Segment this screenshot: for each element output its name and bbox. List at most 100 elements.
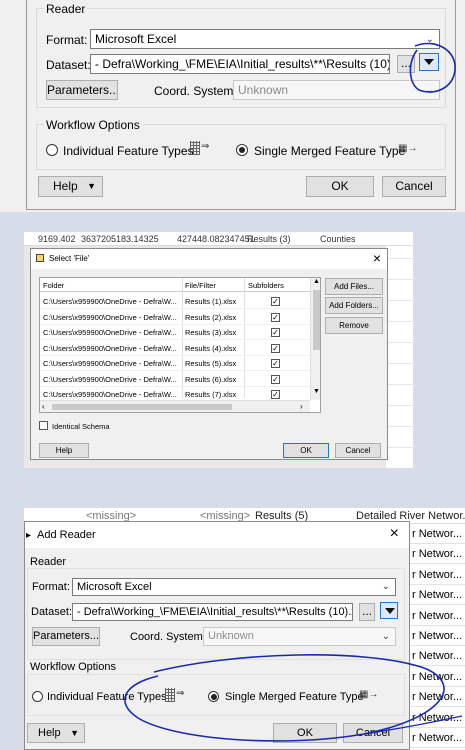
folder-cell: C:\Users\x959900\OneDrive - Defra\W... [43,359,177,368]
browse-button[interactable]: ... [359,603,375,621]
table-row[interactable]: C:\Users\x959900\OneDrive - Defra\W... Re… [40,341,310,356]
remove-button[interactable]: Remove [325,317,383,334]
bg-cell: Counties [320,234,356,244]
help-button[interactable]: Help ▼ [27,723,85,743]
workflow-group-label: Workflow Options [44,118,142,132]
bg-cell: 427448.082347451 [177,234,255,244]
bg-cell: 3637205183.14325 [81,234,159,244]
table-row[interactable]: C:\Users\x959900\OneDrive - Defra\W... Re… [40,372,310,387]
coord-system-label: Coord. System: [130,631,206,643]
column-header-subfolders[interactable]: Subfolders [248,281,284,290]
filter-cell: Results (6).xlsx [185,374,237,384]
coord-system-select[interactable]: Unknown ⌄ [203,627,396,646]
top-add-reader-dialog: Reader Format: Microsoft Excel ⌄ Dataset… [0,0,465,212]
background-row: 9169.402 3637205183.14325 427448.0823474… [24,232,413,246]
horizontal-scrollbar[interactable]: ‹ › [40,400,310,412]
add-files-button[interactable]: Add Files... [325,278,383,295]
bottom-add-reader-panel: <missing> <missing> Results (5) Detailed… [24,508,465,750]
dialog-title-bar: ▸ Add Reader × [25,522,409,548]
help-button[interactable]: Help [39,443,89,458]
dataset-dropdown-button[interactable] [380,602,398,619]
parameters-button[interactable]: Parameters... [32,627,100,646]
table-header: Folder File/Filter Subfolders [40,278,320,398]
cancel-button[interactable]: Cancel [382,176,446,197]
folder-cell: C:\Users\x959900\OneDrive - Defra\W... [43,374,177,384]
dataset-input[interactable]: - Defra\Working_\FME\EIA\Initial_results… [72,603,353,621]
help-label: Help [53,179,78,193]
individual-feature-types-radio[interactable] [32,691,43,702]
subfolders-checkbox[interactable]: ✓ [271,312,280,322]
cancel-button[interactable]: Cancel [335,443,381,458]
format-value: Microsoft Excel [95,32,177,46]
subfolders-checkbox[interactable]: ✓ [271,390,280,399]
identical-schema-label: Identical Schema [52,422,110,431]
subfolders-checkbox[interactable]: ✓ [271,343,280,353]
filter-cell: Results (1).xlsx [185,297,237,306]
bg-cell: 9169.402 [38,234,76,244]
feature-types-grid-icon [190,141,200,155]
annotation-ellipse [124,654,463,742]
folder-cell: C:\Users\x959900\OneDrive - Defra\W... [43,390,177,399]
dialog-title: Add Reader [37,529,96,541]
dialog-title: Select 'File' [49,254,90,263]
help-button[interactable]: Help ▼ [38,176,103,197]
coord-system-value: Unknown [208,630,254,642]
ok-button[interactable]: OK [306,176,374,197]
scroll-left-icon[interactable]: ‹ [42,402,45,411]
ok-button[interactable]: OK [283,443,329,458]
format-select[interactable]: Microsoft Excel ⌄ [90,29,440,49]
filter-cell: Results (2).xlsx [185,312,237,322]
chevron-down-icon: ▼ [70,728,79,738]
format-select[interactable]: Microsoft Excel ⌄ [72,578,396,596]
subfolders-checkbox[interactable]: ✓ [271,374,280,384]
reader-group-label: Reader [44,2,88,16]
table-row[interactable]: C:\Users\x959900\OneDrive - Defra\W... Re… [40,294,310,309]
merged-feature-type-icon: ▦→ [398,143,418,154]
help-label: Help [38,727,61,739]
annotation-circle [409,42,456,93]
individual-feature-types-radio[interactable] [46,144,58,156]
single-merged-feature-type-label: Single Merged Feature Type [254,144,406,158]
vertical-scrollbar[interactable]: ▲ ▼ [310,278,320,400]
identical-schema-checkbox[interactable] [39,421,48,430]
table-row[interactable]: C:\Users\x959900\OneDrive - Defra\W... Re… [40,325,310,340]
close-icon[interactable]: × [373,250,381,266]
subfolders-checkbox[interactable]: ✓ [271,328,280,337]
column-header-folder[interactable]: Folder [43,281,64,290]
scroll-right-icon[interactable]: › [300,402,303,411]
dataset-input[interactable]: - Defra\Working_\FME\EIA\Initial_results… [90,54,390,74]
dataset-value: - Defra\Working_\FME\EIA\Initial_results… [95,57,390,71]
select-file-panel: 9169.402 3637205183.14325 427448.0823474… [24,232,413,468]
parameters-button[interactable]: Parameters... [46,80,118,100]
subfolders-checkbox[interactable]: ✓ [271,359,280,368]
table-row[interactable]: C:\Users\x959900\OneDrive - Defra\W... Re… [40,310,310,325]
chevron-down-icon: ⌄ [381,631,390,642]
filter-cell: Results (3).xlsx [185,328,237,337]
filter-cell: Results (7).xlsx [185,390,237,399]
right-edge-strip [386,246,413,468]
format-label: Format: [32,581,70,593]
table-row[interactable]: C:\Users\x959900\OneDrive - Defra\W... Re… [40,356,310,371]
individual-feature-types-label: Individual Feature Types [63,144,194,158]
scroll-thumb[interactable] [313,290,320,350]
folder-cell: C:\Users\x959900\OneDrive - Defra\W... [43,343,177,353]
coord-system-label: Coord. System: [154,84,237,98]
select-file-dialog: Select 'File' × Folder File/Filter Subfo… [30,248,388,460]
format-label: Format: [46,33,88,47]
filter-cell: Results (5).xlsx [185,359,237,368]
single-merged-feature-type-radio[interactable] [236,144,248,156]
column-header-filter[interactable]: File/Filter [185,281,216,290]
chevron-down-icon: ⌄ [381,581,390,592]
folder-cell: C:\Users\x959900\OneDrive - Defra\W... [43,312,177,322]
app-icon: ▸ [26,530,32,541]
scroll-down-icon[interactable]: ▼ [313,388,320,395]
close-icon[interactable]: × [390,525,399,543]
add-folders-button[interactable]: Add Folders... [325,297,383,314]
scroll-up-icon[interactable]: ▲ [313,278,320,285]
workflow-group-label: Workflow Options [30,661,116,673]
dataset-label: Dataset: [31,606,72,618]
app-icon [36,254,44,262]
bg-cell: Results (3) [247,234,291,244]
scroll-thumb[interactable] [52,404,232,410]
subfolders-checkbox[interactable]: ✓ [271,297,280,306]
